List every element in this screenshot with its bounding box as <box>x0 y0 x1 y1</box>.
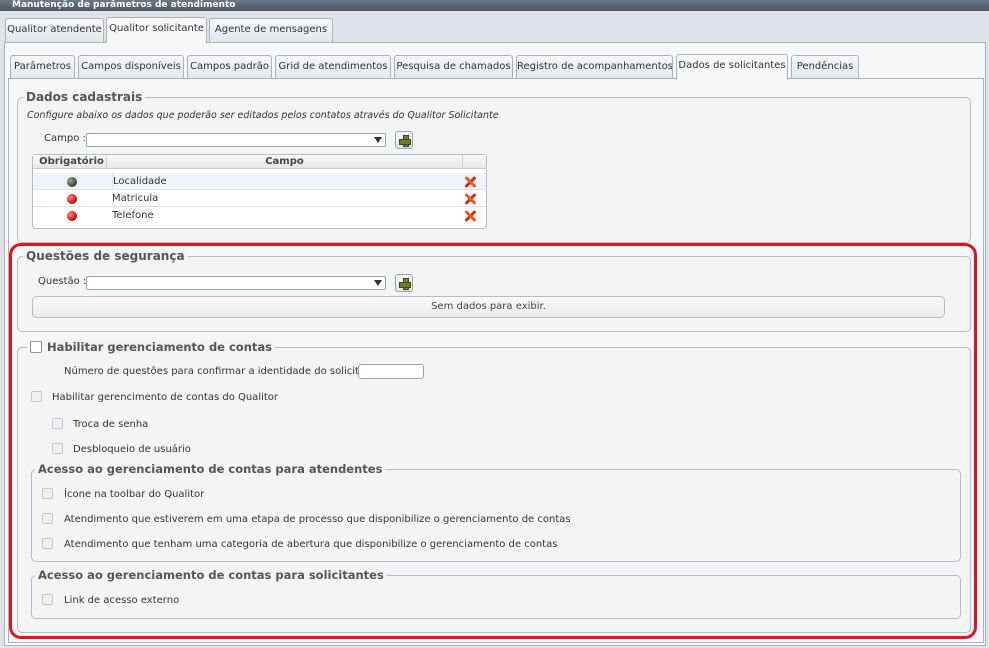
table-row[interactable]: Telefone <box>33 207 486 224</box>
chevron-down-icon <box>374 280 382 286</box>
etapa-processo-checkbox[interactable] <box>42 513 53 524</box>
desbloqueio-checkbox[interactable] <box>52 443 63 454</box>
delete-icon[interactable] <box>464 176 476 188</box>
tab-campos-disponiveis[interactable]: Campos disponíveis <box>78 55 184 79</box>
status-red-icon <box>67 211 77 221</box>
chevron-down-icon <box>374 137 382 143</box>
troca-senha-label: Troca de senha <box>73 419 149 430</box>
habilitar-gerenciamento-checkbox[interactable] <box>30 341 42 353</box>
troca-senha-checkbox[interactable] <box>52 418 63 429</box>
tab-pesquisa-chamados[interactable]: Pesquisa de chamados <box>394 55 513 79</box>
campo-label: Campo : <box>44 133 86 144</box>
categoria-abertura-label: Atendimento que tenham uma categoria de … <box>64 539 558 550</box>
etapa-processo-label: Atendimento que estiverem em uma etapa d… <box>64 514 571 525</box>
acesso-solicitantes-legend: Acesso ao gerenciamento de contas para s… <box>35 568 387 582</box>
tab-agente-mensagens[interactable]: Agente de mensagens <box>209 18 333 42</box>
row-campo: Localidade <box>112 173 167 190</box>
delete-icon[interactable] <box>464 210 476 222</box>
desbloqueio-label: Desbloqueio de usuário <box>73 444 191 455</box>
num-questoes-input[interactable] <box>358 364 424 379</box>
questao-label: Questão : <box>38 276 87 287</box>
questao-select[interactable] <box>86 276 386 290</box>
habilitar-qualitor-label: Habilitar gerencimento de contas do Qual… <box>52 392 279 403</box>
add-questao-button[interactable] <box>395 274 413 292</box>
questoes-fieldset <box>17 256 971 332</box>
link-externo-checkbox[interactable] <box>42 594 53 605</box>
tab-pendencias[interactable]: Pendências <box>791 55 859 79</box>
num-questoes-label: Número de questões para confirmar a iden… <box>64 366 389 377</box>
link-externo-label: Link de acesso externo <box>64 595 180 606</box>
header-obrigatorio: Obrigatório <box>37 155 107 169</box>
campo-select[interactable] <box>86 133 386 147</box>
campos-grid: Obrigatório Campo Localidade Matricula T… <box>32 154 487 229</box>
habilitar-qualitor-checkbox[interactable] <box>31 391 42 402</box>
row-campo: Matricula <box>112 193 159 204</box>
tab-qualitor-solicitante[interactable]: Qualitor solicitante <box>106 17 207 43</box>
add-campo-button[interactable] <box>395 131 413 149</box>
tab-campos-padrao[interactable]: Campos padrão <box>187 55 272 79</box>
categoria-abertura-checkbox[interactable] <box>42 538 53 549</box>
gerenciamento-legend: Habilitar gerenciamento de contas <box>27 340 275 354</box>
empty-message: Sem dados para exibir. <box>32 296 945 318</box>
tab-dados-solicitantes[interactable]: Dados de solicitantes <box>676 54 788 80</box>
tab-registro-acompanhamentos[interactable]: Registro de acompanhamentos <box>516 55 673 79</box>
status-green-icon <box>67 177 77 187</box>
table-row[interactable]: Localidade <box>33 173 486 190</box>
header-campo: Campo <box>107 155 463 169</box>
delete-icon[interactable] <box>464 193 476 205</box>
grid-header: Obrigatório Campo <box>33 155 486 169</box>
tab-parametros[interactable]: Parâmetros <box>10 55 75 79</box>
dados-cadastrais-description: Configure abaixo os dados que poderão se… <box>27 110 499 121</box>
table-row[interactable]: Matricula <box>33 190 486 207</box>
icone-toolbar-checkbox[interactable] <box>42 488 53 499</box>
status-red-icon <box>67 194 77 204</box>
questoes-legend: Questões de segurança <box>23 249 188 263</box>
acesso-atendentes-legend: Acesso ao gerenciamento de contas para a… <box>35 462 386 476</box>
window-title: Manutenção de parâmetros de atendimento <box>0 0 989 11</box>
tab-qualitor-atendente[interactable]: Qualitor atendente <box>5 18 104 42</box>
row-campo: Telefone <box>112 210 154 221</box>
tab-grid-atendimentos[interactable]: Grid de atendimentos <box>275 55 391 79</box>
dados-cadastrais-legend: Dados cadastrais <box>23 90 146 104</box>
icone-toolbar-label: Ícone na toolbar do Qualitor <box>64 489 205 500</box>
